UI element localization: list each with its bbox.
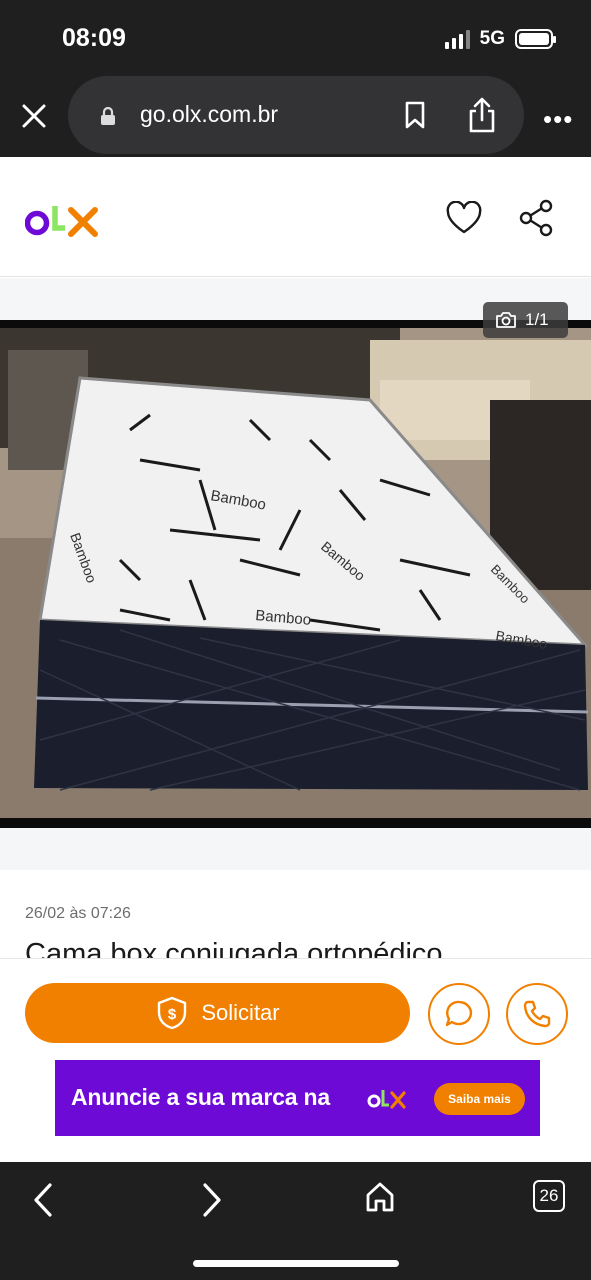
solicitar-button[interactable]: $ Solicitar	[25, 983, 410, 1043]
camera-icon	[496, 312, 516, 328]
address-bar[interactable]	[68, 76, 524, 154]
signal-icon	[444, 29, 470, 49]
back-icon[interactable]	[30, 1180, 58, 1220]
bookmark-icon[interactable]	[402, 100, 428, 130]
forward-icon[interactable]	[197, 1180, 225, 1220]
ad-banner[interactable]: Anuncie a sua marca na Saiba mais	[55, 1060, 540, 1136]
banner-text: Anuncie a sua marca na	[71, 1084, 330, 1110]
mattress-image: Bamboo Bamboo Bamboo Bamboo Bamboo Bambo…	[0, 328, 591, 818]
close-icon[interactable]	[16, 98, 52, 134]
lock-icon	[101, 106, 115, 125]
divider	[0, 958, 591, 959]
listing-date: 26/02 às 07:26	[25, 905, 131, 922]
listing-title-container: Cama box conjugada ortopédico	[0, 934, 591, 958]
phone-icon	[523, 1000, 551, 1028]
url-text[interactable]: go.olx.com.br	[140, 101, 278, 128]
listing-photo[interactable]: Bamboo Bamboo Bamboo Bamboo Bamboo Bambo…	[0, 320, 591, 828]
banner-olx-logo	[367, 1090, 406, 1109]
listing-title: Cama box conjugada ortopédico	[25, 938, 443, 958]
photo-counter-text: 1/1	[525, 310, 549, 329]
home-icon[interactable]	[364, 1180, 396, 1214]
browser-chrome: 08:09 5G go.olx.com.br •••	[0, 0, 591, 157]
heart-icon[interactable]	[445, 201, 483, 235]
gallery-bottom-band	[0, 828, 591, 870]
site-header	[0, 157, 591, 277]
olx-logo[interactable]	[25, 202, 100, 238]
home-indicator	[193, 1260, 399, 1267]
network-label: 5G	[479, 28, 505, 49]
chat-button[interactable]	[428, 983, 490, 1045]
shield-dollar-icon: $	[158, 996, 187, 1030]
tabs-icon[interactable]: 26	[533, 1180, 565, 1212]
battery-icon	[515, 29, 556, 49]
photo-counter[interactable]: 1/1	[483, 302, 568, 338]
share-nodes-icon[interactable]	[518, 199, 554, 237]
svg-text:$: $	[168, 1006, 177, 1023]
status-time: 08:09	[62, 24, 126, 52]
saiba-mais-button[interactable]: Saiba mais	[434, 1083, 525, 1115]
share-icon[interactable]	[466, 96, 498, 134]
more-icon[interactable]: •••	[543, 104, 573, 135]
status-indicators: 5G	[444, 28, 556, 50]
solicitar-label: Solicitar	[201, 1000, 280, 1025]
chat-icon	[445, 1000, 473, 1027]
phone-button[interactable]	[506, 983, 568, 1045]
